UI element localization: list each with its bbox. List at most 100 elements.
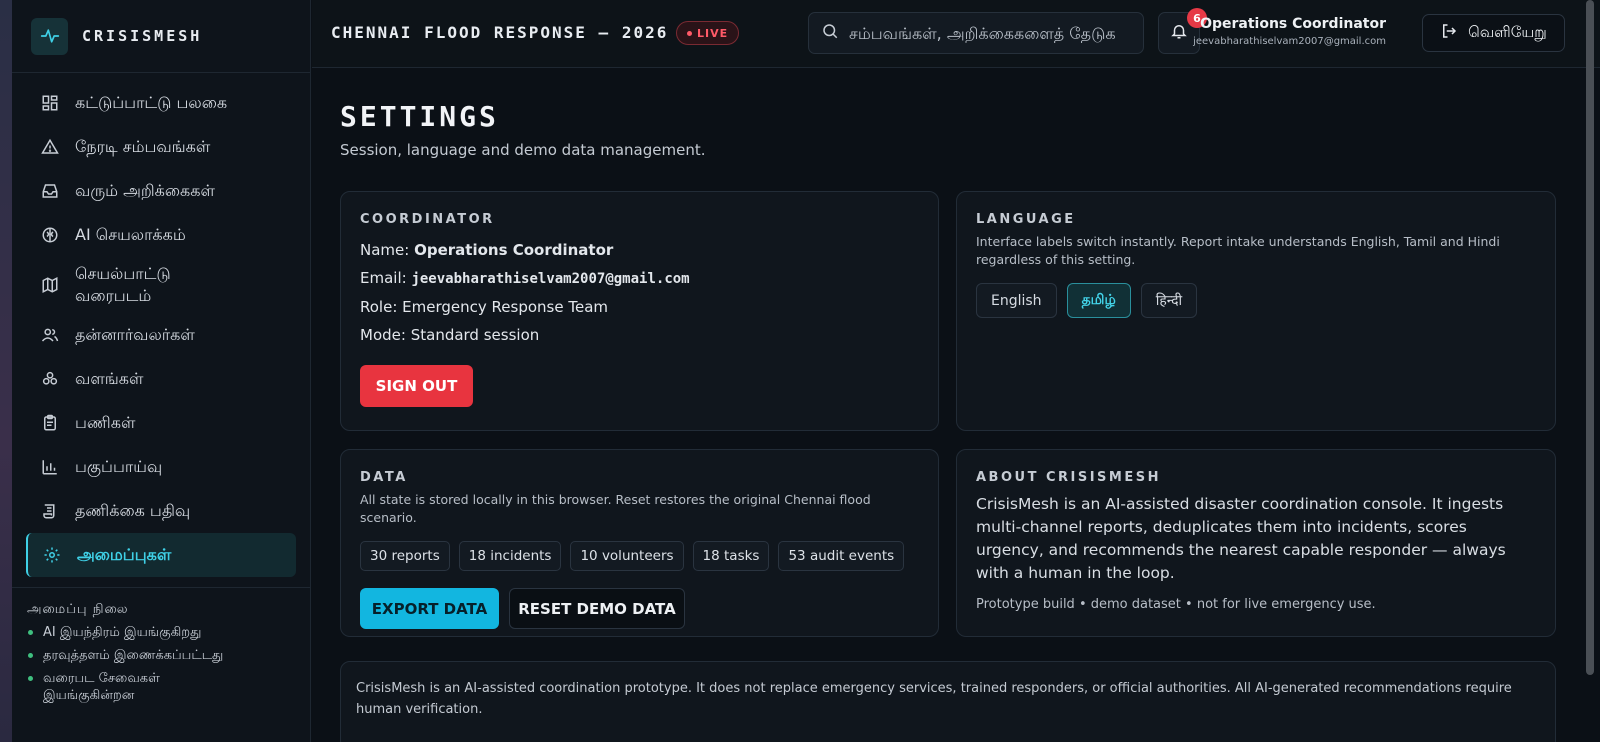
sidebar-item-label: AI செயலாக்கம் [75, 224, 186, 244]
status-dot [28, 630, 33, 635]
count-chip-audit-events: 53 audit events [778, 541, 905, 571]
language-card: LANGUAGE Interface labels switch instant… [956, 191, 1556, 431]
disclaimer: CrisisMesh is an AI-assisted coordinatio… [340, 661, 1556, 742]
sidebar-item-audit-log[interactable]: தணிக்கை பதிவு [26, 489, 296, 533]
search-input[interactable] [849, 23, 1139, 43]
sidebar-item-label: வளங்கள் [75, 368, 144, 388]
status-text: AI இயந்திரம் இயங்குகிறது [43, 625, 202, 640]
brain-icon [40, 225, 60, 245]
role-value: Emergency Response Team [402, 298, 608, 316]
coordinator-mode-row: Mode: Standard session [360, 326, 919, 345]
data-description: All state is stored locally in this brow… [360, 492, 871, 525]
sidebar-item-label: வரும் அறிக்கைகள் [75, 180, 215, 200]
user-email: jeevabharathiselvam2007@gmail.com [1193, 36, 1386, 47]
search-box[interactable] [808, 12, 1144, 54]
email-label: Email: [360, 269, 407, 287]
system-status-item: வரைபட சேவைகள் இயங்குகின்றன [12, 664, 310, 704]
boxes-icon [40, 369, 60, 389]
count-chip-incidents: 18 incidents [458, 541, 562, 571]
sidebar-item-settings[interactable]: அமைப்புகள் [26, 533, 296, 577]
live-badge: LIVE [676, 21, 740, 45]
reset-demo-data-button[interactable]: RESET DEMO DATA [509, 588, 685, 629]
sidebar-item-incoming-reports[interactable]: வரும் அறிக்கைகள் [26, 169, 296, 213]
count-chip-tasks: 18 tasks [692, 541, 770, 571]
scroll-icon [40, 501, 60, 521]
language-option-tamil[interactable]: தமிழ் [1066, 283, 1131, 318]
sidebar-nav: கட்டுப்பாட்டு பலகை நேரடி சம்பவங்கள் வரும… [12, 73, 310, 577]
sidebar-item-label: செயல்பாட்டு வரைபடம் [75, 264, 171, 305]
sidebar-item-volunteers[interactable]: தன்னார்வலர்கள் [26, 313, 296, 357]
sidebar-item-label: கட்டுப்பாட்டு பலகை [75, 92, 228, 112]
about-card: ABOUT CRISISMESH CrisisMesh is an AI-ass… [956, 449, 1556, 637]
inbox-icon [40, 181, 60, 201]
user-info: Operations Coordinator jeevabharathiselv… [1193, 16, 1386, 47]
sidebar-item-label: பணிகள் [75, 412, 136, 432]
system-status-item: தரவுத்தளம் இணைக்கப்பட்டது [12, 641, 310, 664]
language-heading: LANGUAGE [976, 212, 1076, 227]
language-option-hindi[interactable]: हिन्दी [1140, 283, 1198, 318]
coordinator-email-row: Email: jeevabharathiselvam2007@gmail.com [360, 269, 919, 289]
users-icon [40, 325, 60, 345]
data-counts: 30 reports 18 incidents 10 volunteers 18… [360, 541, 919, 571]
sidebar-item-label: அமைப்புகள் [77, 544, 172, 564]
sidebar-item-tasks[interactable]: பணிகள் [26, 401, 296, 445]
sidebar-item-operations-map[interactable]: செயல்பாட்டு வரைபடம் [26, 257, 296, 313]
sidebar-item-analytics[interactable]: பகுப்பாய்வு [26, 445, 296, 489]
sidebar-item-resources[interactable]: வளங்கள் [26, 357, 296, 401]
data-heading: DATA [360, 470, 408, 485]
window-frame-edge [0, 0, 12, 742]
dashboard-icon [40, 93, 60, 113]
live-dot [687, 30, 692, 36]
bell-icon [1170, 22, 1188, 44]
coordinator-heading: COORDINATOR [360, 212, 495, 227]
event-title: CHENNAI FLOOD RESPONSE — 2026 [331, 23, 669, 42]
coordinator-name-row: Name: Operations Coordinator [360, 241, 919, 260]
warning-icon [40, 137, 60, 157]
page-scrollbar[interactable] [1586, 0, 1594, 675]
sidebar-item-ai-processing[interactable]: AI செயலாக்கம் [26, 213, 296, 257]
name-label: Name: [360, 241, 410, 259]
pulse-icon [31, 17, 68, 55]
page-subtitle: Session, language and demo data manageme… [340, 141, 706, 159]
sidebar-item-dashboard[interactable]: கட்டுப்பாட்டு பலகை [26, 81, 296, 125]
status-dot [28, 676, 33, 681]
logout-label: வெளியேறு [1468, 23, 1547, 41]
gear-icon [42, 545, 62, 565]
sidebar-item-label: தன்னார்வலர்கள் [75, 324, 195, 344]
user-name: Operations Coordinator [1200, 16, 1386, 32]
sidebar-item-label: தணிக்கை பதிவு [75, 500, 191, 520]
email-value: jeevabharathiselvam2007@gmail.com [411, 271, 690, 287]
logout-icon [1440, 22, 1458, 44]
live-label: LIVE [697, 26, 729, 40]
sidebar-item-live-incidents[interactable]: நேரடி சம்பவங்கள் [26, 125, 296, 169]
role-label: Role: [360, 298, 398, 316]
sidebar-item-label: நேரடி சம்பவங்கள் [75, 136, 211, 156]
brand: CRISISMESH [12, 0, 310, 73]
sidebar-item-label: பகுப்பாய்வு [75, 456, 163, 476]
page-title: SETTINGS [340, 100, 499, 133]
language-option-english[interactable]: English [976, 283, 1057, 318]
count-chip-reports: 30 reports [360, 541, 450, 571]
sign-out-button[interactable]: SIGN OUT [360, 365, 473, 407]
about-heading: ABOUT CRISISMESH [976, 470, 1161, 485]
coordinator-role-row: Role: Emergency Response Team [360, 298, 919, 317]
clipboard-icon [40, 413, 60, 433]
bar-chart-icon [40, 457, 60, 477]
coordinator-card: COORDINATOR Name: Operations Coordinator… [340, 191, 939, 431]
export-data-button[interactable]: EXPORT DATA [360, 588, 499, 629]
map-icon [40, 275, 60, 295]
system-status-item: AI இயந்திரம் இயங்குகிறது [12, 618, 310, 641]
logout-button[interactable]: வெளியேறு [1422, 14, 1565, 52]
data-card: DATA All state is stored locally in this… [340, 449, 939, 637]
brand-name: CRISISMESH [82, 27, 203, 45]
language-description: Interface labels switch instantly. Repor… [976, 234, 1500, 267]
search-icon [821, 22, 839, 44]
language-options: English தமிழ் हिन्दी [976, 283, 1536, 318]
topbar: CHENNAI FLOOD RESPONSE — 2026 LIVE 6 Ope… [312, 0, 1600, 68]
status-text: தரவுத்தளம் இணைக்கப்பட்டது [43, 648, 224, 663]
status-text: வரைபட சேவைகள் இயங்குகின்றன [43, 671, 160, 703]
mode-value: Standard session [410, 326, 540, 344]
count-chip-volunteers: 10 volunteers [570, 541, 684, 571]
name-value: Operations Coordinator [414, 241, 614, 259]
about-text: CrisisMesh is an AI-assisted disaster co… [976, 495, 1506, 582]
